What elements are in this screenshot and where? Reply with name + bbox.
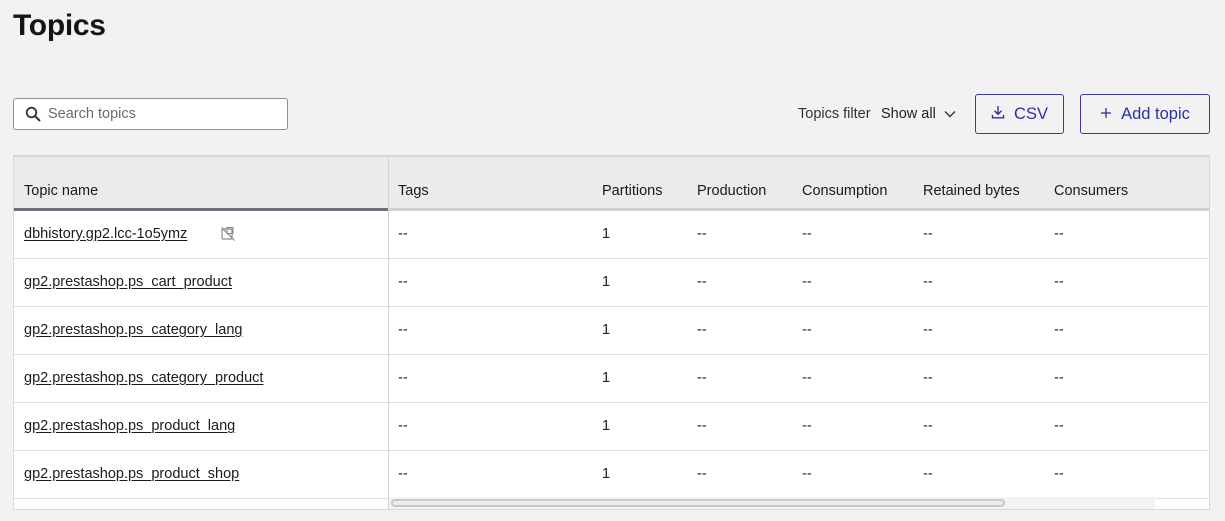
horizontal-scrollbar[interactable]: [389, 497, 1155, 509]
production-cell: --: [697, 274, 707, 290]
tags-cell: --: [398, 274, 408, 290]
table-row[interactable]: gp2.prestashop.ps_product_shop -- 1 -- -…: [14, 451, 1209, 499]
consumption-cell: --: [802, 226, 812, 242]
header-consumers[interactable]: Consumers: [1054, 183, 1128, 199]
header-production[interactable]: Production: [697, 183, 766, 199]
search-icon: [25, 106, 41, 122]
sticky-column-divider: [388, 157, 389, 509]
csv-download-button[interactable]: CSV: [975, 94, 1064, 134]
csv-button-label: CSV: [1014, 104, 1048, 123]
download-icon: [991, 105, 1005, 124]
no-sync-icon: [220, 226, 236, 242]
production-cell: --: [697, 466, 707, 482]
retained-bytes-cell: --: [923, 466, 933, 482]
consumption-cell: --: [802, 274, 812, 290]
add-topic-button[interactable]: Add topic: [1080, 94, 1210, 134]
tags-cell: --: [398, 370, 408, 386]
retained-bytes-cell: --: [923, 226, 933, 242]
tags-cell: --: [398, 418, 408, 434]
add-topic-label: Add topic: [1121, 104, 1190, 123]
topics-table: Topic name Tags Partitions Production Co…: [13, 155, 1210, 510]
tags-cell: --: [398, 322, 408, 338]
partitions-cell: 1: [602, 370, 611, 386]
consumers-cell: --: [1054, 274, 1064, 290]
header-topic-name[interactable]: Topic name: [24, 183, 98, 199]
topic-name-link[interactable]: gp2.prestashop.ps_category_lang: [24, 322, 242, 338]
table-header: Topic name Tags Partitions Production Co…: [14, 157, 1209, 211]
header-retained-bytes[interactable]: Retained bytes: [923, 183, 1020, 199]
retained-bytes-cell: --: [923, 322, 933, 338]
tags-cell: --: [398, 466, 408, 482]
topics-filter-select[interactable]: Show all: [881, 104, 956, 124]
partitions-cell: 1: [602, 274, 611, 290]
partitions-cell: 1: [602, 322, 611, 338]
consumption-cell: --: [802, 322, 812, 338]
plus-icon: [1100, 105, 1112, 124]
retained-bytes-cell: --: [923, 418, 933, 434]
header-tags[interactable]: Tags: [398, 183, 429, 199]
production-cell: --: [697, 418, 707, 434]
topics-filter-label: Topics filter: [798, 106, 871, 122]
topic-name-link[interactable]: dbhistory.gp2.lcc-1o5ymz: [24, 226, 187, 242]
partitions-cell: 1: [602, 466, 611, 482]
partitions-cell: 1: [602, 226, 611, 242]
table-row[interactable]: dbhistory.gp2.lcc-1o5ymz -- 1 -- -- -- -…: [14, 211, 1209, 259]
search-input[interactable]: [48, 106, 268, 122]
topic-name-link[interactable]: gp2.prestashop.ps_product_shop: [24, 466, 239, 482]
chevron-down-icon: [944, 106, 956, 122]
table-row[interactable]: gp2.prestashop.ps_category_product -- 1 …: [14, 355, 1209, 403]
table-row[interactable]: gp2.prestashop.ps_category_lang -- 1 -- …: [14, 307, 1209, 355]
consumers-cell: --: [1054, 466, 1064, 482]
consumption-cell: --: [802, 466, 812, 482]
search-field[interactable]: [13, 98, 288, 130]
retained-bytes-cell: --: [923, 370, 933, 386]
production-cell: --: [697, 370, 707, 386]
topic-name-link[interactable]: gp2.prestashop.ps_cart_product: [24, 274, 232, 290]
page-title: Topics: [13, 9, 106, 42]
consumers-cell: --: [1054, 370, 1064, 386]
production-cell: --: [697, 226, 707, 242]
consumers-cell: --: [1054, 226, 1064, 242]
retained-bytes-cell: --: [923, 274, 933, 290]
consumption-cell: --: [802, 370, 812, 386]
scrollbar-thumb[interactable]: [391, 499, 1005, 507]
header-consumption[interactable]: Consumption: [802, 183, 887, 199]
consumption-cell: --: [802, 418, 812, 434]
consumers-cell: --: [1054, 418, 1064, 434]
table-row[interactable]: gp2.prestashop.ps_product_lang -- 1 -- -…: [14, 403, 1209, 451]
consumers-cell: --: [1054, 322, 1064, 338]
partitions-cell: 1: [602, 418, 611, 434]
topic-name-link[interactable]: gp2.prestashop.ps_product_lang: [24, 418, 235, 434]
topics-filter-value: Show all: [881, 106, 936, 122]
tags-cell: --: [398, 226, 408, 242]
topic-name-link[interactable]: gp2.prestashop.ps_category_product: [24, 370, 263, 386]
header-partitions[interactable]: Partitions: [602, 183, 662, 199]
table-row[interactable]: gp2.prestashop.ps_cart_product -- 1 -- -…: [14, 259, 1209, 307]
production-cell: --: [697, 322, 707, 338]
